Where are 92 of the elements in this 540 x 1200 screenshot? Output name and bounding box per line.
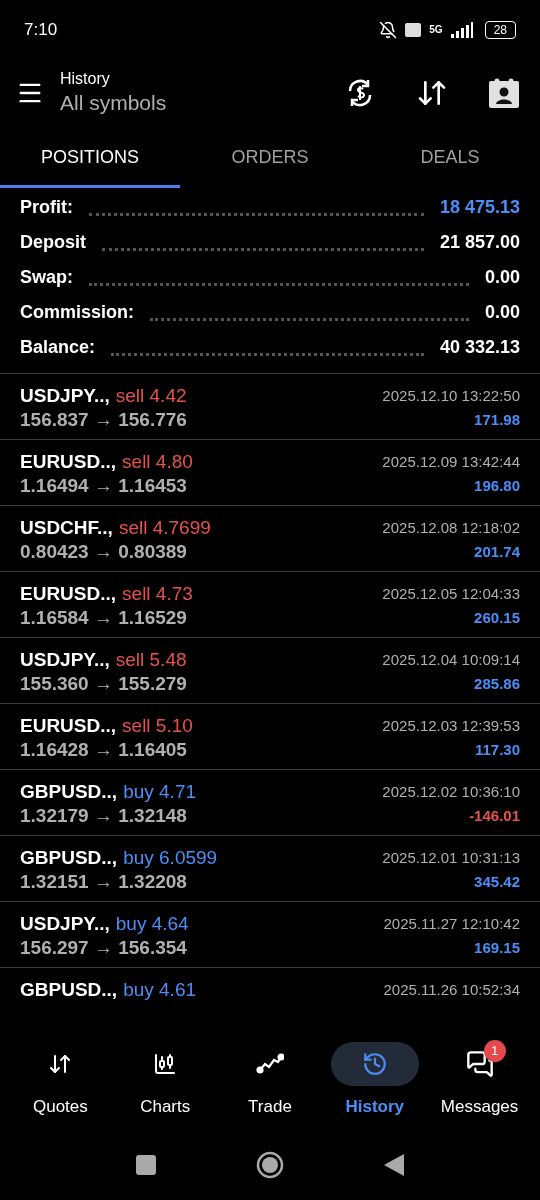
- profit-value: -146.01: [469, 806, 520, 826]
- position-row[interactable]: GBPUSD.., buy 6.0599 1.32151 → 1.32208 2025.12.01 10:31:13 345.42: [0, 836, 540, 902]
- price-range: 1.16428 → 1.16405: [20, 738, 188, 762]
- battery-indicator: 28: [484, 20, 516, 39]
- profit-value: 201.74: [474, 542, 520, 562]
- back-icon[interactable]: [384, 1154, 404, 1176]
- nav-item[interactable]: History: [322, 1042, 428, 1120]
- contact-card-icon[interactable]: [488, 76, 520, 109]
- trade-label: buy 4.64: [115, 912, 189, 936]
- price-range: 155.360 → 155.279: [20, 672, 187, 696]
- trade-time: 2025.12.09 13:42:44: [382, 452, 520, 472]
- profit-value: 260.15: [474, 608, 520, 628]
- trade-label: sell 4.7699: [118, 516, 211, 540]
- trade-time: 2025.11.26 10:52:34: [383, 980, 520, 1000]
- profit-value: 117.30: [474, 740, 520, 760]
- nav-item[interactable]: Charts: [112, 1042, 218, 1120]
- position-row[interactable]: USDJPY.., buy 4.64 156.297 → 156.354 2025.11.27 12:10:42 169.15: [0, 902, 540, 968]
- summary-value: 0.00: [484, 301, 520, 324]
- summary-label: Commission:: [20, 301, 134, 324]
- symbol-label: EURUSD..,: [20, 714, 117, 738]
- symbol-label: USDJPY..,: [20, 912, 110, 936]
- position-row[interactable]: EURUSD.., sell 4.80 1.16494 → 1.16453 2025.12.09 13:42:44 196.80: [0, 440, 540, 506]
- summary-label: Swap:: [20, 266, 73, 289]
- messages-icon: [465, 1050, 494, 1078]
- history-icon: [361, 1051, 388, 1077]
- summary-value: 40 332.13: [439, 336, 520, 359]
- trade-time: 2025.12.01 10:31:13: [382, 848, 520, 868]
- tab[interactable]: ORDERS: [180, 130, 360, 188]
- arrows-icon: [48, 1052, 73, 1076]
- profit-value: 285.86: [474, 674, 520, 694]
- profit-value: 345.42: [474, 872, 520, 892]
- nav-item[interactable]: 1 Messages: [427, 1042, 532, 1120]
- trade-time: 2025.12.04 10:09:14: [382, 650, 520, 670]
- price-range: 1.16494 → 1.16453: [20, 474, 188, 498]
- tab[interactable]: DEALS: [360, 130, 540, 188]
- network-label: 5G: [429, 23, 443, 37]
- signal-icon: [450, 21, 473, 38]
- symbol-label: GBPUSD..,: [20, 780, 118, 804]
- symbol-label: USDJPY..,: [20, 384, 110, 408]
- position-row[interactable]: USDCHF.., sell 4.7699 0.80423 → 0.80389 2025.12.08 12:18:02 201.74: [0, 506, 540, 572]
- profit-value: 196.80: [474, 476, 520, 496]
- symbol-label: EURUSD..,: [20, 450, 117, 474]
- muted-bell-icon: [379, 20, 398, 39]
- position-row[interactable]: USDJPY.., sell 5.48 155.360 → 155.279 2025.12.04 10:09:14 285.86: [0, 638, 540, 704]
- trade-label: sell 4.73: [122, 582, 193, 606]
- summary-label: Profit:: [20, 196, 73, 219]
- symbol-label: GBPUSD..,: [20, 978, 118, 1002]
- price-range: 0.80423 → 0.80389: [20, 540, 188, 564]
- symbol-label: USDCHF..,: [20, 516, 113, 540]
- profit-value: 169.15: [474, 938, 520, 958]
- home-icon[interactable]: [256, 1151, 284, 1179]
- position-row[interactable]: GBPUSD.., buy 4.61 2025.11.26 10:52:34: [0, 968, 540, 1030]
- tab[interactable]: POSITIONS: [0, 130, 180, 188]
- summary-label: Deposit: [20, 231, 86, 254]
- price-range: 156.297 → 156.354: [20, 936, 188, 960]
- price-range: 156.837 → 156.776: [20, 408, 187, 432]
- position-row[interactable]: GBPUSD.., buy 4.71 1.32179 → 1.32148 2025.12.02 10:36:10 -146.01: [0, 770, 540, 836]
- position-row[interactable]: USDJPY.., sell 4.42 156.837 → 156.776 2025.12.10 13:22:50 171.98: [0, 374, 540, 440]
- trade-label: sell 4.42: [115, 384, 187, 408]
- summary-value: 18 475.13: [439, 196, 520, 219]
- summary-value: 21 857.00: [439, 231, 520, 254]
- trade-time: 2025.12.05 12:04:33: [382, 584, 520, 604]
- price-range: 1.16584 → 1.16529: [20, 606, 188, 630]
- symbol-label: GBPUSD..,: [20, 846, 118, 870]
- symbol-label: EURUSD..,: [20, 582, 117, 606]
- trade-label: sell 4.80: [122, 450, 193, 474]
- summary-value: 0.00: [484, 266, 520, 289]
- trade-time: 2025.12.02 10:36:10: [382, 782, 520, 802]
- nav-item[interactable]: Trade: [217, 1042, 323, 1120]
- price-range: 1.32179 → 1.32148: [20, 804, 188, 828]
- trade-label: buy 4.71: [123, 780, 197, 804]
- trade-time: 2025.12.10 13:22:50: [382, 386, 520, 406]
- trade-label: sell 5.10: [122, 714, 193, 738]
- trade-label: buy 6.0599: [123, 846, 218, 870]
- profit-value: 171.98: [474, 410, 520, 430]
- status-time: 7:10: [24, 18, 58, 41]
- header-title: History: [60, 68, 111, 89]
- trade-time: 2025.12.08 12:18:02: [382, 518, 520, 538]
- trade-label: sell 5.48: [115, 648, 187, 672]
- line-chart-icon: [256, 1052, 284, 1076]
- price-range: 1.32151 → 1.32208: [20, 870, 188, 894]
- symbol-label: USDJPY..,: [20, 648, 110, 672]
- candlestick-icon: [153, 1052, 178, 1076]
- header-subtitle: All symbols: [60, 89, 168, 116]
- position-row[interactable]: EURUSD.., sell 4.73 1.16584 → 1.16529 2025.12.05 12:04:33 260.15: [0, 572, 540, 638]
- nav-item[interactable]: Quotes: [8, 1042, 113, 1120]
- summary-label: Balance:: [20, 336, 96, 359]
- trade-time: 2025.12.03 12:39:53: [382, 716, 520, 736]
- position-row[interactable]: EURUSD.., sell 5.10 1.16428 → 1.16405 2025.12.03 12:39:53 117.30: [0, 704, 540, 770]
- trade-label: buy 4.61: [123, 978, 197, 1002]
- notification-badge: 1: [483, 1040, 506, 1062]
- trade-time: 2025.11.27 12:10:42: [383, 914, 520, 934]
